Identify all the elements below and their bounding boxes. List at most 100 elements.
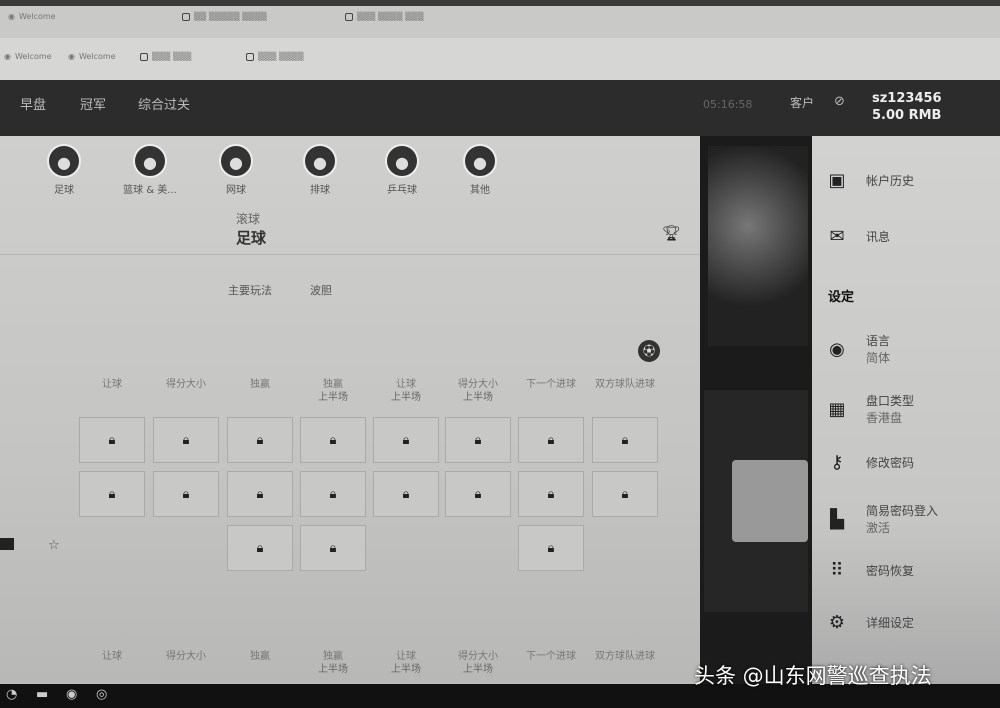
mail-icon: ✉ xyxy=(829,226,845,247)
tab-label: Welcome xyxy=(14,52,52,61)
footer-column-header: 双方球队进球 xyxy=(589,650,661,663)
odds-cell-locked[interactable]: 🔒︎ xyxy=(592,417,658,463)
sport-2[interactable]: ● 网球 xyxy=(201,144,271,196)
lock-icon: 🔒︎ xyxy=(329,486,337,502)
footer-column-header: 下一个进球 xyxy=(515,650,587,663)
table-tennis-icon: ● xyxy=(385,144,419,178)
odds-cell-locked[interactable]: 🔒︎ xyxy=(373,471,439,517)
soccer-ball-icon[interactable]: ⚽︎ xyxy=(638,340,660,362)
lock-icon: 🔒︎ xyxy=(402,486,410,502)
browser-tab[interactable]: ▒▒▒ ▒▒▒▒ xyxy=(246,52,304,61)
odds-cell-locked[interactable]: 🔒︎ xyxy=(373,417,439,463)
odds-cell-locked[interactable]: 🔒︎ xyxy=(153,417,219,463)
browser-tab[interactable]: ▒▒▒ ▒▒▒▒ ▒▒▒ xyxy=(345,12,424,21)
browser-tab[interactable]: ◉ Welcome xyxy=(4,52,52,61)
nav-parlay[interactable]: 综合过关 xyxy=(138,94,190,113)
odds-cell-locked[interactable]: 🔒︎ xyxy=(227,471,293,517)
nav-champion[interactable]: 冠军 xyxy=(80,94,106,113)
odds-cell-locked[interactable]: 🔒︎ xyxy=(227,525,293,571)
sport-4[interactable]: ● 乒乓球 xyxy=(367,144,437,196)
header-subline: 上半场 xyxy=(391,664,421,675)
folder-icon[interactable]: ▬ xyxy=(36,687,48,702)
eye-slash-icon[interactable]: ⊘ xyxy=(834,94,845,109)
history-icon: ▣ xyxy=(828,170,846,191)
lock-icon: 🔒︎ xyxy=(474,432,482,448)
odds-cell-locked[interactable]: 🔒︎ xyxy=(518,471,584,517)
footer-column-header: 让球 xyxy=(76,650,148,663)
page-icon xyxy=(246,52,254,61)
settings-item-5[interactable]: ⚙ 详细设定 xyxy=(824,612,914,633)
nav-early[interactable]: 早盘 xyxy=(20,94,46,113)
watermark: 头条 @山东网警巡查执法 xyxy=(694,664,932,688)
odds-cell-locked[interactable]: 🔒︎ xyxy=(300,471,366,517)
section-title: 滚球 足球 xyxy=(236,210,266,248)
settings-item-1[interactable]: ▦ 盘口类型 香港盘 xyxy=(824,392,914,426)
soccer-icon: ● xyxy=(47,144,81,178)
settings-item-0[interactable]: ◉ 语言 简体 xyxy=(824,332,890,366)
lock-icon: 🔒︎ xyxy=(256,432,264,448)
page-icon xyxy=(345,12,353,21)
sport-1[interactable]: ● 篮球 & 美... xyxy=(115,144,185,196)
column-header: 让球 上半场 xyxy=(370,378,442,404)
sport-label: 篮球 & 美... xyxy=(123,185,177,196)
promo-banners xyxy=(700,136,812,686)
odds-cell-locked[interactable]: 🔒︎ xyxy=(592,471,658,517)
favorite-star-icon[interactable]: ☆ xyxy=(48,538,60,553)
sidebar-item-account-history[interactable]: ▣ 帐户历史 xyxy=(824,170,914,191)
odds-cell-locked[interactable]: 🔒︎ xyxy=(300,417,366,463)
odds-cell-locked[interactable]: 🔒︎ xyxy=(300,525,366,571)
settings-item-4[interactable]: ⠿ 密码恢复 xyxy=(824,560,914,581)
header-line: 让球 xyxy=(102,379,122,390)
scroll-handle[interactable] xyxy=(0,538,14,550)
column-header: 得分大小 xyxy=(150,378,222,391)
browser-tab[interactable]: ▒▒▒ ▒▒▒ xyxy=(140,52,191,61)
settings-item-3[interactable]: ▙ 简易密码登入 激活 xyxy=(824,502,938,536)
lock-icon: 🔒︎ xyxy=(402,432,410,448)
tab-correct-score[interactable]: 波胆 xyxy=(310,282,332,298)
settings-heading: 设定 xyxy=(828,290,855,305)
sidebar-item-messages[interactable]: ✉ 讯息 xyxy=(824,226,890,247)
trophy-icon[interactable]: 🏆︎ xyxy=(662,224,681,242)
odds-cell-locked[interactable]: 🔒︎ xyxy=(445,471,511,517)
promo-image[interactable] xyxy=(704,390,808,612)
sidebar-label: 帐户历史 xyxy=(866,174,915,188)
header-subline: 上半场 xyxy=(318,392,348,403)
pin-icon: ▙ xyxy=(830,508,844,530)
odds-cell-locked[interactable]: 🔒︎ xyxy=(153,471,219,517)
header-line: 独赢 xyxy=(250,651,270,662)
lock-icon: 🔒︎ xyxy=(256,540,264,556)
start-icon[interactable]: ◔ xyxy=(6,687,17,702)
settings-item-2[interactable]: ⚷ 修改密码 xyxy=(824,452,914,473)
lock-icon: 🔒︎ xyxy=(108,486,116,502)
client-label[interactable]: 客户 xyxy=(790,94,814,111)
browser-tab[interactable]: ◉ Welcome xyxy=(8,12,56,21)
footer-column-header: 得分大小 上半场 xyxy=(442,650,514,676)
odds-cell-locked[interactable]: 🔒︎ xyxy=(518,417,584,463)
lock-icon: 🔒︎ xyxy=(182,486,190,502)
settings-value: 激活 xyxy=(866,521,891,535)
column-header: 双方球队进球 xyxy=(589,378,661,391)
settings-label: 盘口类型 xyxy=(866,394,915,408)
odds-cell-locked[interactable]: 🔒︎ xyxy=(445,417,511,463)
browser-tab[interactable]: ▒▒ ▒▒▒▒▒ ▒▒▒▒ xyxy=(182,12,267,21)
tab-main-markets[interactable]: 主要玩法 xyxy=(228,282,272,298)
odds-cell-locked[interactable]: 🔒︎ xyxy=(518,525,584,571)
header-line: 让球 xyxy=(396,379,416,390)
odds-cell-locked[interactable]: 🔒︎ xyxy=(79,417,145,463)
promo-image[interactable] xyxy=(708,146,808,346)
odds-cell-locked[interactable]: 🔒︎ xyxy=(227,417,293,463)
firefox-icon[interactable]: ◉ xyxy=(66,687,77,702)
sport-label: 排球 xyxy=(310,185,330,196)
sport-0[interactable]: ● 足球 xyxy=(29,144,99,196)
sport-3[interactable]: ● 排球 xyxy=(285,144,355,196)
globe-icon: ◉ xyxy=(829,338,845,360)
lock-icon: 🔒︎ xyxy=(256,486,264,502)
browser-tab[interactable]: ◉ Welcome xyxy=(68,52,116,61)
column-header: 下一个进球 xyxy=(515,378,587,391)
lock-icon: 🔒︎ xyxy=(547,540,555,556)
sport-5[interactable]: ● 其他 xyxy=(445,144,515,196)
header-line: 让球 xyxy=(102,651,122,662)
odds-cell-locked[interactable]: 🔒︎ xyxy=(79,471,145,517)
chrome-icon[interactable]: ◎ xyxy=(96,687,107,702)
page-icon xyxy=(140,52,148,61)
